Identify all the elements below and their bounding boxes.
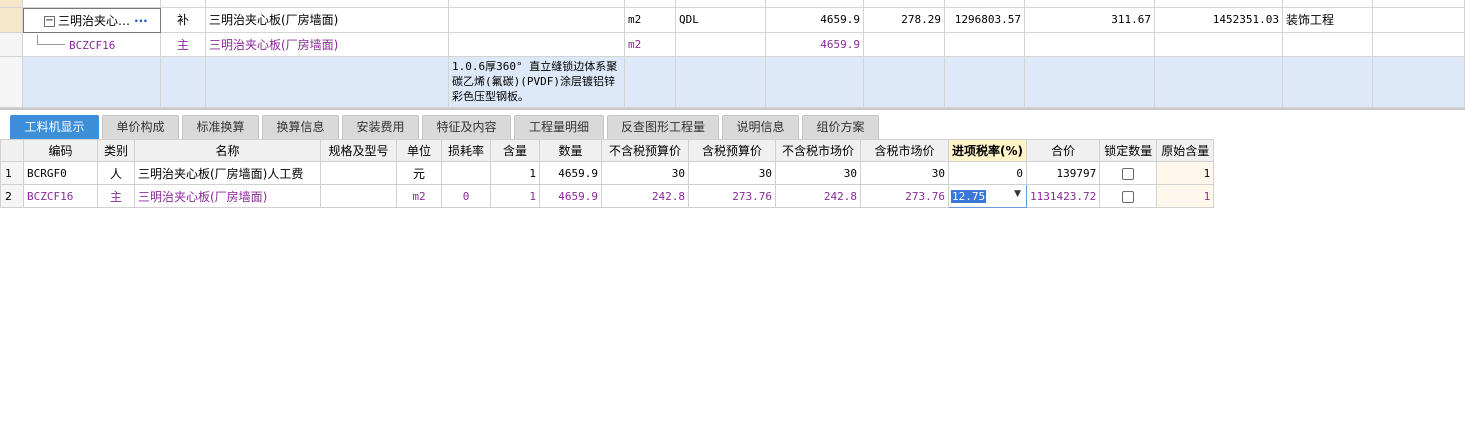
- tab-features-content[interactable]: 特征及内容: [422, 115, 511, 139]
- qty-expr-cell[interactable]: QDL: [676, 8, 766, 33]
- column-header[interactable]: 类别: [97, 139, 135, 162]
- tree-connector-icon: [37, 35, 65, 45]
- column-header[interactable]: 损耗率: [441, 139, 491, 162]
- dropdown-arrow-icon[interactable]: ▼: [1014, 189, 1021, 199]
- unit-cell[interactable]: m2: [625, 33, 676, 57]
- table-row[interactable]: BCZCF16 主 三明治夹心板(厂房墙面) m2 4659.9: [0, 33, 1465, 57]
- tab-installation-cost[interactable]: 安装费用: [342, 115, 419, 139]
- spec-cell[interactable]: [320, 161, 397, 185]
- column-header-active[interactable]: 进项税率(%): [948, 139, 1027, 162]
- column-header[interactable]: 合价: [1025, 139, 1101, 162]
- loss-rate-cell[interactable]: 0: [441, 184, 491, 208]
- market-price-ex-tax-cell[interactable]: 30: [775, 161, 861, 185]
- type-cell[interactable]: 人: [97, 161, 135, 185]
- lock-quantity-checkbox[interactable]: [1122, 190, 1135, 203]
- material-code: BCZCF16: [69, 39, 116, 52]
- detail-tab-bar: 工料机显示 单价构成 标准换算 换算信息 安装费用 特征及内容 工程量明细 反查…: [0, 108, 1465, 139]
- item-name: 三明治夹心…: [58, 14, 131, 28]
- resource-grid: 编码 类别 名称 规格及型号 单位 损耗率 含量 数量 不含税预算价 含税预算价…: [0, 139, 1215, 208]
- category-cell[interactable]: 主: [161, 33, 206, 57]
- tab-reverse-graphic-quantity[interactable]: 反查图形工程量: [607, 115, 719, 139]
- desc-cell[interactable]: [449, 8, 625, 33]
- column-header[interactable]: 数量: [539, 139, 602, 162]
- more-button[interactable]: ···: [134, 14, 148, 28]
- column-header[interactable]: 含量: [490, 139, 540, 162]
- market-price-cell[interactable]: 311.67: [1025, 8, 1155, 33]
- name-cell[interactable]: 三明治夹心板(厂房墙面)人工费: [134, 161, 321, 185]
- content-cell[interactable]: 1: [490, 161, 540, 185]
- column-header[interactable]: 不含税预算价: [601, 139, 689, 162]
- table-row[interactable]: 1 BCRGF0 人 三明治夹心板(厂房墙面)人工费 元 1 4659.9 30…: [0, 161, 1215, 185]
- total-cell[interactable]: 1296803.57: [945, 8, 1025, 33]
- total-price-cell[interactable]: 139797: [1025, 161, 1101, 185]
- column-header[interactable]: 单位: [396, 139, 442, 162]
- loss-rate-cell[interactable]: [441, 161, 491, 185]
- tab-labor-material-machine[interactable]: 工料机显示: [10, 115, 99, 139]
- market-price-in-tax-cell[interactable]: 30: [860, 161, 949, 185]
- market-price-in-tax-cell[interactable]: 273.76: [860, 184, 949, 208]
- market-total-cell[interactable]: 1452351.03: [1155, 8, 1283, 33]
- category-cell[interactable]: 补: [161, 8, 206, 33]
- table-row[interactable]: 1.0.6厚360° 直立缝锁边体系聚碳乙烯(氟碳)(PVDF)涂层镀铝锌彩色压…: [0, 57, 1465, 108]
- title-cell[interactable]: 三明治夹心板(厂房墙面): [206, 8, 449, 33]
- quantity-cell[interactable]: 4659.9: [539, 184, 602, 208]
- row-number[interactable]: 1: [0, 161, 24, 185]
- column-header[interactable]: 含税市场价: [860, 139, 949, 162]
- input-tax-rate-cell[interactable]: 0: [948, 161, 1027, 185]
- quantity-cell[interactable]: 4659.9: [766, 8, 864, 33]
- column-header[interactable]: 规格及型号: [320, 139, 397, 162]
- profession-cell[interactable]: 装饰工程: [1283, 8, 1373, 33]
- column-header[interactable]: 含税预算价: [688, 139, 776, 162]
- budget-price-in-tax-cell[interactable]: 273.76: [688, 184, 776, 208]
- tab-pricing-scheme[interactable]: 组价方案: [802, 115, 879, 139]
- tree-node-cell[interactable]: − 三明治夹心… ···: [23, 8, 161, 33]
- unit-cell[interactable]: m2: [625, 8, 676, 33]
- corner-header: [0, 139, 24, 162]
- tab-unit-price-composition[interactable]: 单价构成: [102, 115, 179, 139]
- table-row: [0, 0, 1465, 8]
- lock-quantity-checkbox[interactable]: [1122, 167, 1135, 180]
- column-header[interactable]: 锁定数量: [1099, 139, 1158, 162]
- row-number[interactable]: 2: [0, 184, 24, 208]
- grid-header-row: 编码 类别 名称 规格及型号 单位 损耗率 含量 数量 不含税预算价 含税预算价…: [0, 139, 1215, 162]
- lock-quantity-cell[interactable]: [1099, 161, 1158, 185]
- market-price-ex-tax-cell[interactable]: 242.8: [775, 184, 861, 208]
- tab-quantity-detail[interactable]: 工程量明细: [514, 115, 604, 139]
- lock-quantity-cell[interactable]: [1099, 184, 1158, 208]
- tab-conversion-info[interactable]: 换算信息: [262, 115, 339, 139]
- tree-child-cell[interactable]: BCZCF16: [23, 33, 161, 57]
- unit-cell[interactable]: m2: [396, 184, 442, 208]
- price-cell[interactable]: 278.29: [864, 8, 945, 33]
- code-cell[interactable]: BCRGF0: [23, 161, 98, 185]
- collapse-toggle-icon[interactable]: −: [44, 16, 55, 27]
- input-tax-rate-editor[interactable]: 12.75 ▼: [948, 184, 1027, 208]
- budget-price-in-tax-cell[interactable]: 30: [688, 161, 776, 185]
- original-content-cell[interactable]: 1: [1156, 161, 1215, 185]
- budget-price-ex-tax-cell[interactable]: 30: [601, 161, 689, 185]
- spec-cell[interactable]: [320, 184, 397, 208]
- budget-price-ex-tax-cell[interactable]: 242.8: [601, 184, 689, 208]
- tax-rate-input[interactable]: 12.75: [951, 190, 987, 203]
- content-cell[interactable]: 1: [490, 184, 540, 208]
- feature-description[interactable]: 1.0.6厚360° 直立缝锁边体系聚碳乙烯(氟碳)(PVDF)涂层镀铝锌彩色压…: [449, 57, 625, 108]
- quantity-cell[interactable]: 4659.9: [766, 33, 864, 57]
- unit-cell[interactable]: 元: [396, 161, 442, 185]
- table-row[interactable]: 2 BCZCF16 主 三明治夹心板(厂房墙面) m2 0 1 4659.9 2…: [0, 184, 1215, 208]
- original-content-cell[interactable]: 1: [1156, 184, 1215, 208]
- upper-quota-grid: − 三明治夹心… ··· 补 三明治夹心板(厂房墙面) m2 QDL 4659.9 …: [0, 0, 1465, 108]
- column-header[interactable]: 原始含量: [1156, 139, 1215, 162]
- tab-standard-conversion[interactable]: 标准换算: [182, 115, 259, 139]
- name-cell[interactable]: 三明治夹心板(厂房墙面): [134, 184, 321, 208]
- quantity-cell[interactable]: 4659.9: [539, 161, 602, 185]
- title-cell[interactable]: 三明治夹心板(厂房墙面): [206, 33, 449, 57]
- type-cell[interactable]: 主: [97, 184, 135, 208]
- table-row[interactable]: − 三明治夹心… ··· 补 三明治夹心板(厂房墙面) m2 QDL 4659.9 …: [0, 8, 1465, 33]
- column-header[interactable]: 编码: [23, 139, 98, 162]
- column-header[interactable]: 名称: [134, 139, 321, 162]
- tab-description-info[interactable]: 说明信息: [722, 115, 799, 139]
- code-cell[interactable]: BCZCF16: [23, 184, 98, 208]
- total-price-cell[interactable]: 1131423.72: [1025, 184, 1101, 208]
- column-header[interactable]: 不含税市场价: [775, 139, 861, 162]
